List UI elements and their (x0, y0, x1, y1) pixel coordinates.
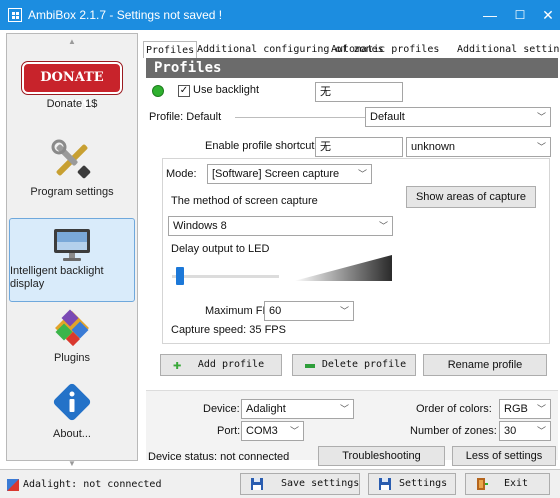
shortcut-field[interactable]: 无 (315, 137, 403, 157)
number-of-zones-label: Number of zones: (410, 425, 497, 437)
settings-icon (379, 478, 391, 490)
chevron-down-icon: ﹀ (536, 112, 546, 122)
tab-automatic-profiles[interactable]: Automatic profiles (329, 41, 441, 58)
title-bar[interactable]: AmbiBox 2.1.7 - Settings not saved ! — ☐… (0, 0, 560, 30)
profile-select[interactable]: Default ﹀ (365, 107, 551, 127)
sidebar-item-intelligent-backlight[interactable]: Intelligent backlight display (9, 218, 135, 302)
sidebar-item-donate[interactable]: DONATE NOW Donate 1$ (10, 61, 134, 113)
number-of-zones-value: 30 (504, 425, 517, 437)
mode-select-value: [Software] Screen capture (212, 168, 340, 180)
info-icon (53, 383, 91, 421)
sidebar-item-about[interactable]: About... (10, 382, 134, 441)
number-of-zones-select[interactable]: 30 ﹀ (499, 421, 551, 441)
use-backlight-label: Use backlight (193, 84, 260, 96)
profile-select-value: Default (370, 111, 405, 123)
troubleshooting-button[interactable]: Troubleshooting (318, 446, 445, 466)
sidebar: ▲ DONATE NOW Donate 1$ Program settings … (6, 33, 138, 468)
shortcut-label: Enable profile shortcut: (205, 140, 318, 152)
max-fps-value: 60 (269, 305, 282, 317)
sidebar-item-label: Plugins (53, 352, 91, 364)
show-areas-button[interactable]: Show areas of capture (406, 186, 536, 208)
capture-method-label: The method of screen capture (171, 195, 318, 207)
chevron-down-icon: ﹀ (357, 169, 367, 179)
capture-speed-text: Capture speed: 35 FPS (171, 324, 286, 336)
delete-profile-label: Delete profile (321, 359, 407, 370)
capture-method-value: Windows 8 (173, 220, 227, 232)
adalight-status-icon (7, 479, 19, 491)
chevron-down-icon: ﹀ (339, 306, 349, 316)
mode-label: Mode: (166, 168, 197, 180)
add-icon: ✚ (173, 357, 182, 373)
capture-method-select[interactable]: Windows 8 ﹀ (168, 216, 393, 236)
status-led-icon (152, 85, 164, 97)
less-settings-button[interactable]: Less of settings (452, 446, 556, 466)
device-label: Device: (203, 403, 240, 415)
chevron-down-icon: ﹀ (339, 404, 349, 414)
sidebar-item-label: Intelligent backlight display (10, 265, 104, 290)
delay-slider-track (172, 275, 279, 278)
device-select[interactable]: Adalight ﹀ (241, 399, 354, 419)
section-header-profiles: Profiles (146, 58, 558, 78)
profile-divider (235, 117, 365, 118)
chevron-down-icon: ﹀ (289, 426, 299, 436)
puzzle-icon (55, 309, 89, 347)
exit-button[interactable]: Exit (465, 473, 550, 495)
chevron-down-icon: ﹀ (536, 142, 546, 152)
sidebar-item-label: Program settings (30, 186, 114, 198)
tools-icon (51, 139, 91, 179)
delay-label: Delay output to LED (171, 243, 270, 255)
delay-ramp-graphic (294, 255, 392, 281)
port-select-value: COM3 (246, 425, 278, 437)
exit-door-icon (477, 478, 488, 490)
shortcut-key-value: unknown (411, 141, 456, 153)
tab-profiles[interactable]: Profiles (143, 41, 198, 58)
order-of-colors-label: Order of colors: (416, 403, 492, 415)
sidebar-item-program-settings[interactable]: Program settings (10, 138, 134, 199)
settings-button[interactable]: Settings (368, 473, 456, 495)
status-text: Adalight: not connected (23, 479, 162, 490)
chevron-down-icon: ﹀ (378, 221, 388, 231)
delay-slider-thumb[interactable] (175, 267, 184, 285)
mode-select[interactable]: [Software] Screen capture ﹀ (207, 164, 372, 184)
port-label: Port: (217, 425, 241, 437)
chevron-down-icon: ﹀ (536, 404, 546, 414)
monitor-icon (54, 229, 90, 261)
delete-icon (305, 364, 315, 368)
rename-profile-button[interactable]: Rename profile (423, 354, 547, 376)
shortcut-key-select[interactable]: unknown ﹀ (406, 137, 551, 157)
sidebar-item-plugins[interactable]: Plugins (10, 308, 134, 365)
sidebar-item-label: About... (53, 428, 91, 440)
tab-additional-settings[interactable]: Additional settings (455, 41, 560, 58)
app-icon (8, 8, 22, 22)
device-select-value: Adalight (246, 403, 286, 415)
chevron-down-icon: ﹀ (536, 426, 546, 436)
add-profile-button[interactable]: ✚ Add profile (160, 354, 282, 376)
order-of-colors-value: RGB (504, 403, 528, 415)
profile-label: Profile: Default (149, 111, 222, 123)
sidebar-item-label: Donate 1$ (46, 98, 98, 110)
add-profile-label: Add profile (197, 359, 265, 370)
window-title: AmbiBox 2.1.7 - Settings not saved ! (28, 8, 223, 22)
delete-profile-button[interactable]: Delete profile (292, 354, 416, 376)
save-settings-button[interactable]: Save settings (240, 473, 360, 495)
save-icon (251, 478, 263, 490)
max-fps-select[interactable]: 60 ﹀ (264, 301, 354, 321)
port-select[interactable]: COM3 ﹀ (241, 421, 304, 441)
backlight-hotkey-field[interactable]: 无 (315, 82, 403, 102)
close-button[interactable]: ✕ (528, 0, 560, 30)
sidebar-scroll-up-icon[interactable]: ▲ (7, 36, 137, 48)
donate-badge-icon: DONATE NOW (21, 61, 123, 113)
use-backlight-checkbox[interactable]: ✓ (178, 85, 190, 97)
order-of-colors-select[interactable]: RGB ﹀ (499, 399, 551, 419)
device-status-text: Device status: not connected (148, 451, 290, 463)
